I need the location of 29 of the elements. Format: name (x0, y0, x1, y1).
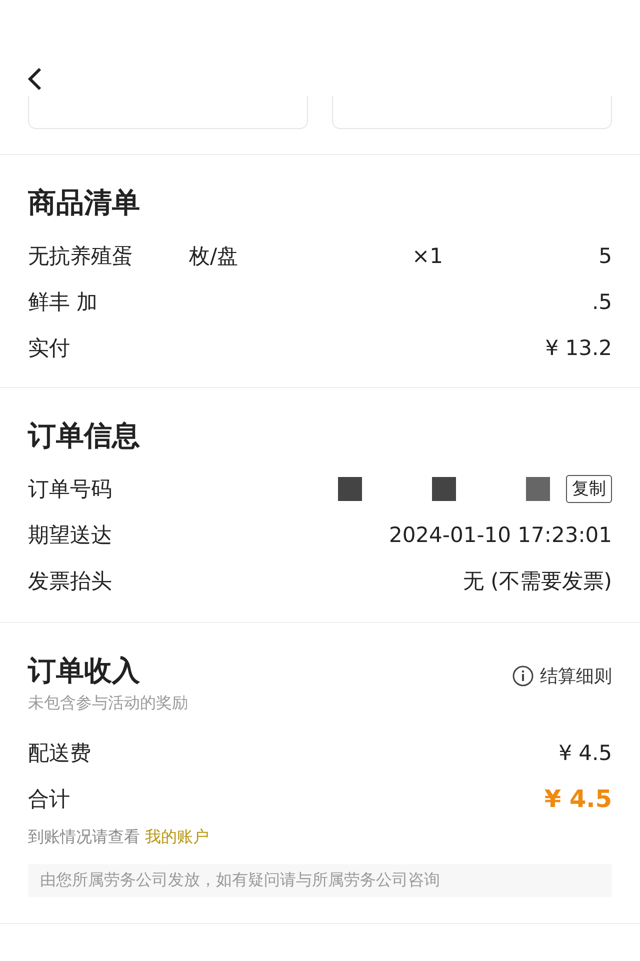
fee-amount: ¥ 4.5 (558, 740, 612, 767)
field-label: 订单号码 (28, 476, 113, 503)
item-name: 鲜丰 加 (28, 290, 98, 314)
item-price: .5 (590, 289, 612, 316)
paid-amount: ¥ 13.2 (545, 335, 612, 362)
section-title: 订单信息 (28, 418, 141, 454)
redaction-block (338, 477, 362, 501)
item-price: 5 (598, 243, 612, 270)
field-label: 期望送达 (28, 522, 113, 549)
info-icon[interactable] (512, 665, 534, 687)
item-quantity: ×1 (412, 243, 444, 270)
income-label: 合计 (28, 786, 71, 813)
section-title: 商品清单 (28, 185, 141, 221)
section-title: 订单收入 (28, 653, 141, 689)
copy-button[interactable]: 复制 (566, 475, 612, 503)
field-value: 2024-01-10 17:23:01 (388, 522, 612, 549)
item-name: 无抗养殖蛋 (28, 244, 133, 268)
item-spec: 枚/盘 (189, 244, 238, 268)
redaction-block (432, 477, 456, 501)
total-amount: ¥ 4.5 (544, 784, 612, 815)
redaction-block (526, 477, 550, 501)
field-value: 无 (不需要发票) (462, 568, 612, 595)
income-label: 配送费 (28, 740, 92, 767)
field-label: 发票抬头 (28, 568, 113, 595)
account-note: 到账情况请查看 我的账户 (28, 826, 210, 848)
subtitle: 未包含参与活动的奖励 (28, 693, 189, 714)
notice-text: 由您所属劳务公司发放，如有疑问请与所属劳务公司咨询 (28, 864, 612, 897)
rules-link[interactable]: 结算细则 (540, 664, 612, 688)
paid-label: 实付 (28, 335, 71, 362)
